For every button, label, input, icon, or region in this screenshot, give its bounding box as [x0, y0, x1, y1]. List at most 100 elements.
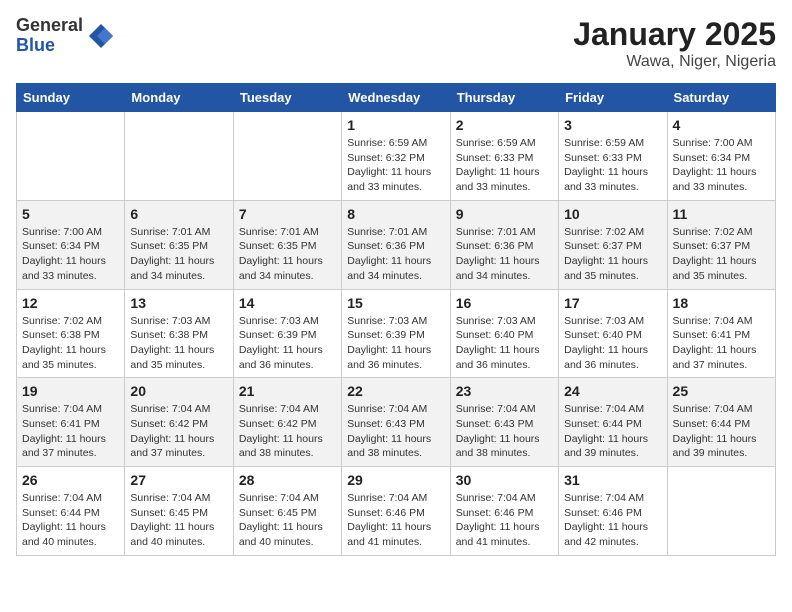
calendar-week-5: 26 Sunrise: 7:04 AM Sunset: 6:44 PM Dayli… — [17, 467, 776, 556]
day-number: 9 — [456, 206, 553, 222]
calendar-cell: 15 Sunrise: 7:03 AM Sunset: 6:39 PM Dayli… — [342, 289, 450, 378]
calendar-cell: 6 Sunrise: 7:01 AM Sunset: 6:35 PM Daylig… — [125, 200, 233, 289]
day-number: 12 — [22, 295, 119, 311]
day-info: Sunrise: 7:00 AM Sunset: 6:34 PM Dayligh… — [22, 225, 119, 284]
calendar-cell: 19Sunrise: 7:04 AM Sunset: 6:41 PM Dayli… — [17, 378, 125, 467]
day-number: 13 — [130, 295, 227, 311]
calendar-cell: 21Sunrise: 7:04 AM Sunset: 6:42 PM Dayli… — [233, 378, 341, 467]
day-number: 3 — [564, 117, 661, 133]
day-info: Sunrise: 7:03 AM Sunset: 6:40 PM Dayligh… — [456, 314, 553, 373]
day-number: 28 — [239, 472, 336, 488]
day-number: 15 — [347, 295, 444, 311]
calendar-cell: 25 Sunrise: 7:04 AM Sunset: 6:44 PM Dayli… — [667, 378, 775, 467]
day-info: Sunrise: 6:59 AM Sunset: 6:33 PM Dayligh… — [564, 136, 661, 195]
day-info: Sunrise: 7:04 AM Sunset: 6:45 PM Dayligh… — [130, 491, 227, 550]
day-info: Sunrise: 7:04 AM Sunset: 6:44 PM Dayligh… — [22, 491, 119, 550]
calendar-cell: 14 Sunrise: 7:03 AM Sunset: 6:39 PM Dayli… — [233, 289, 341, 378]
calendar-cell: 31 Sunrise: 7:04 AM Sunset: 6:46 PM Dayli… — [559, 467, 667, 556]
calendar-cell: 5 Sunrise: 7:00 AM Sunset: 6:34 PM Daylig… — [17, 200, 125, 289]
weekday-header-row: SundayMondayTuesdayWednesdayThursdayFrid… — [17, 84, 776, 112]
location: Wawa, Niger, Nigeria — [573, 53, 776, 71]
calendar-cell: 1Sunrise: 6:59 AM Sunset: 6:32 PM Daylig… — [342, 112, 450, 201]
calendar-cell: 17Sunrise: 7:03 AM Sunset: 6:40 PM Dayli… — [559, 289, 667, 378]
calendar-cell: 26 Sunrise: 7:04 AM Sunset: 6:44 PM Dayli… — [17, 467, 125, 556]
day-number: 26 — [22, 472, 119, 488]
day-info: Sunrise: 6:59 AM Sunset: 6:33 PM Dayligh… — [456, 136, 553, 195]
calendar-cell: 7 Sunrise: 7:01 AM Sunset: 6:35 PM Daylig… — [233, 200, 341, 289]
weekday-header-friday: Friday — [559, 84, 667, 112]
day-info: Sunrise: 7:04 AM Sunset: 6:44 PM Dayligh… — [673, 402, 770, 461]
day-info: Sunrise: 7:00 AM Sunset: 6:34 PM Dayligh… — [673, 136, 770, 195]
day-number: 7 — [239, 206, 336, 222]
weekday-header-monday: Monday — [125, 84, 233, 112]
day-number: 27 — [130, 472, 227, 488]
calendar-cell: 16 Sunrise: 7:03 AM Sunset: 6:40 PM Dayli… — [450, 289, 558, 378]
calendar-week-3: 12Sunrise: 7:02 AM Sunset: 6:38 PM Dayli… — [17, 289, 776, 378]
day-info: Sunrise: 7:04 AM Sunset: 6:43 PM Dayligh… — [456, 402, 553, 461]
day-info: Sunrise: 7:03 AM Sunset: 6:39 PM Dayligh… — [239, 314, 336, 373]
day-info: Sunrise: 7:01 AM Sunset: 6:35 PM Dayligh… — [130, 225, 227, 284]
day-info: Sunrise: 7:04 AM Sunset: 6:42 PM Dayligh… — [130, 402, 227, 461]
calendar-week-4: 19Sunrise: 7:04 AM Sunset: 6:41 PM Dayli… — [17, 378, 776, 467]
calendar-cell: 2 Sunrise: 6:59 AM Sunset: 6:33 PM Daylig… — [450, 112, 558, 201]
calendar-cell: 27 Sunrise: 7:04 AM Sunset: 6:45 PM Dayli… — [125, 467, 233, 556]
day-number: 5 — [22, 206, 119, 222]
day-number: 8 — [347, 206, 444, 222]
day-number: 4 — [673, 117, 770, 133]
calendar-cell: 4 Sunrise: 7:00 AM Sunset: 6:34 PM Daylig… — [667, 112, 775, 201]
day-info: Sunrise: 7:04 AM Sunset: 6:46 PM Dayligh… — [456, 491, 553, 550]
day-info: Sunrise: 7:03 AM Sunset: 6:38 PM Dayligh… — [130, 314, 227, 373]
day-number: 24 — [564, 383, 661, 399]
calendar-cell — [17, 112, 125, 201]
day-number: 31 — [564, 472, 661, 488]
day-number: 22 — [347, 383, 444, 399]
calendar-cell: 10 Sunrise: 7:02 AM Sunset: 6:37 PM Dayli… — [559, 200, 667, 289]
calendar-table: SundayMondayTuesdayWednesdayThursdayFrid… — [16, 83, 776, 556]
day-number: 6 — [130, 206, 227, 222]
day-info: Sunrise: 7:04 AM Sunset: 6:41 PM Dayligh… — [22, 402, 119, 461]
day-info: Sunrise: 7:01 AM Sunset: 6:35 PM Dayligh… — [239, 225, 336, 284]
day-info: Sunrise: 7:04 AM Sunset: 6:45 PM Dayligh… — [239, 491, 336, 550]
logo-icon — [87, 22, 115, 50]
calendar-cell: 24 Sunrise: 7:04 AM Sunset: 6:44 PM Dayli… — [559, 378, 667, 467]
day-info: Sunrise: 7:04 AM Sunset: 6:46 PM Dayligh… — [564, 491, 661, 550]
day-number: 20 — [130, 383, 227, 399]
calendar-cell: 8 Sunrise: 7:01 AM Sunset: 6:36 PM Daylig… — [342, 200, 450, 289]
day-number: 29 — [347, 472, 444, 488]
day-number: 10 — [564, 206, 661, 222]
day-number: 2 — [456, 117, 553, 133]
calendar-cell: 12Sunrise: 7:02 AM Sunset: 6:38 PM Dayli… — [17, 289, 125, 378]
day-info: Sunrise: 7:03 AM Sunset: 6:39 PM Dayligh… — [347, 314, 444, 373]
day-number: 11 — [673, 206, 770, 222]
logo: General Blue — [16, 16, 115, 56]
day-number: 16 — [456, 295, 553, 311]
weekday-header-sunday: Sunday — [17, 84, 125, 112]
weekday-header-saturday: Saturday — [667, 84, 775, 112]
calendar-cell: 9Sunrise: 7:01 AM Sunset: 6:36 PM Daylig… — [450, 200, 558, 289]
day-info: Sunrise: 7:02 AM Sunset: 6:37 PM Dayligh… — [564, 225, 661, 284]
weekday-header-tuesday: Tuesday — [233, 84, 341, 112]
day-number: 25 — [673, 383, 770, 399]
day-info: Sunrise: 7:01 AM Sunset: 6:36 PM Dayligh… — [347, 225, 444, 284]
calendar-cell: 3 Sunrise: 6:59 AM Sunset: 6:33 PM Daylig… — [559, 112, 667, 201]
day-info: Sunrise: 6:59 AM Sunset: 6:32 PM Dayligh… — [347, 136, 444, 195]
day-number: 18 — [673, 295, 770, 311]
page-header: General Blue January 2025 Wawa, Niger, N… — [16, 16, 776, 71]
calendar-cell: 11Sunrise: 7:02 AM Sunset: 6:37 PM Dayli… — [667, 200, 775, 289]
month-title: January 2025 — [573, 16, 776, 53]
logo-blue: Blue — [16, 36, 83, 56]
calendar-cell — [125, 112, 233, 201]
calendar-cell: 13 Sunrise: 7:03 AM Sunset: 6:38 PM Dayli… — [125, 289, 233, 378]
calendar-cell: 22Sunrise: 7:04 AM Sunset: 6:43 PM Dayli… — [342, 378, 450, 467]
logo-general: General — [16, 16, 83, 36]
day-info: Sunrise: 7:04 AM Sunset: 6:44 PM Dayligh… — [564, 402, 661, 461]
calendar-cell: 30Sunrise: 7:04 AM Sunset: 6:46 PM Dayli… — [450, 467, 558, 556]
day-number: 21 — [239, 383, 336, 399]
day-number: 23 — [456, 383, 553, 399]
calendar-cell: 20 Sunrise: 7:04 AM Sunset: 6:42 PM Dayli… — [125, 378, 233, 467]
day-info: Sunrise: 7:03 AM Sunset: 6:40 PM Dayligh… — [564, 314, 661, 373]
calendar-cell: 23 Sunrise: 7:04 AM Sunset: 6:43 PM Dayli… — [450, 378, 558, 467]
weekday-header-thursday: Thursday — [450, 84, 558, 112]
day-number: 14 — [239, 295, 336, 311]
title-area: January 2025 Wawa, Niger, Nigeria — [573, 16, 776, 71]
